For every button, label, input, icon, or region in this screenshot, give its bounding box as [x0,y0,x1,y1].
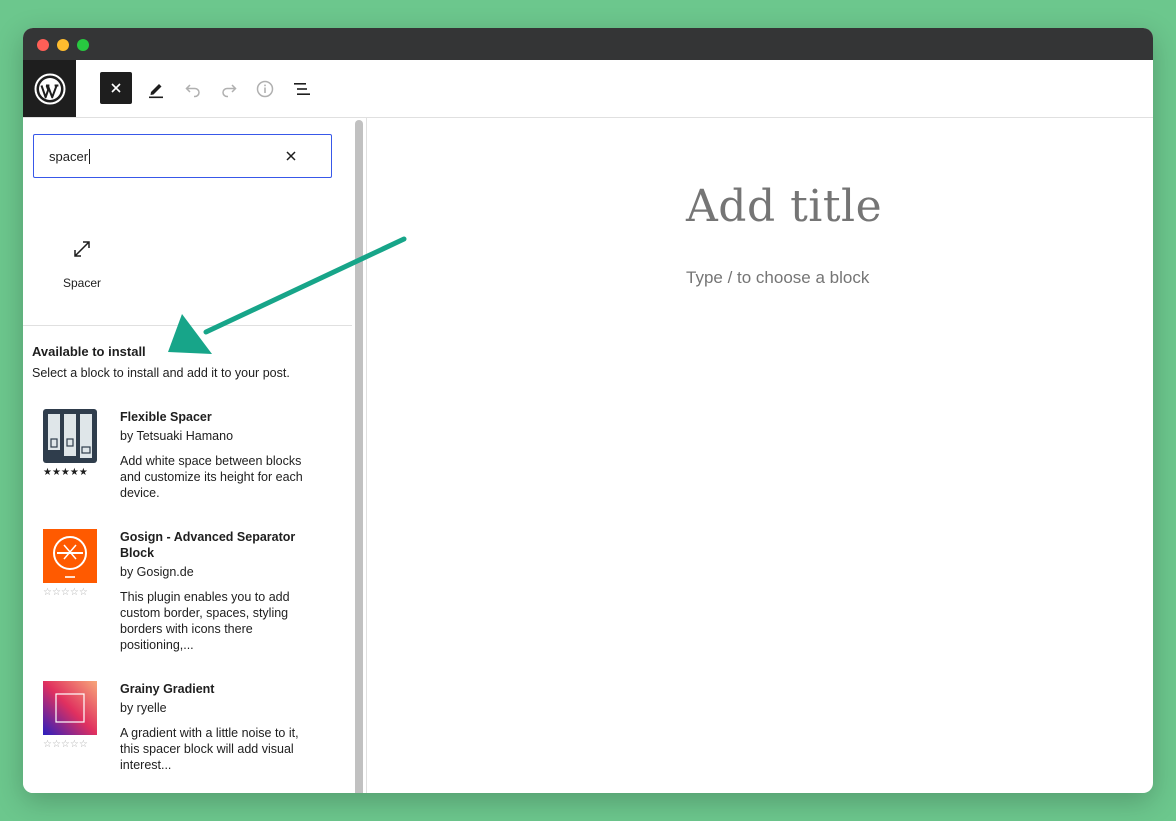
spacer-block-label: Spacer [62,276,102,290]
close-window-button[interactable] [37,39,49,51]
description-line: Add white space between blocks [120,454,302,468]
grainy-gradient-thumbnail [43,681,97,735]
plugin-name-line: Gosign - Advanced Separator [120,530,296,544]
plugin-author: by Tetsuaki Hamano [120,429,234,443]
maximize-window-button[interactable] [77,39,89,51]
close-inserter-button[interactable] [100,72,132,104]
description-line: this spacer block will add visual [120,742,294,756]
plugin-rating: ☆☆☆☆☆ [43,587,88,598]
list-view-button[interactable] [285,72,319,106]
text-caret [89,149,91,164]
wordpress-logo-icon[interactable] [23,60,76,117]
redo-icon [222,84,237,98]
resize-corner-icon [74,241,90,257]
plugin-rating: ★★★★★ [43,467,88,478]
minimize-window-button[interactable] [57,39,69,51]
info-icon [256,80,274,98]
plugin-author: by Gosign.de [120,565,194,579]
post-title-placeholder[interactable]: Add title [686,181,882,232]
list-view-icon [294,83,310,95]
block-inserter-panel: spacer Spacer Available to install Selec… [23,118,352,793]
description-line: interest... [120,758,172,772]
description-line: and customize its height for each [120,470,303,484]
search-input-value: spacer [49,149,89,164]
pen-icon [149,84,163,99]
close-icon [111,83,121,93]
available-to-install-description: Select a block to install and add it to … [32,366,290,380]
plugin-rating: ☆☆☆☆☆ [43,739,88,750]
block-search-input[interactable]: spacer [33,134,332,178]
description-line: device. [120,486,160,500]
plugin-name: Gosign - Advanced Separator Block [120,529,330,561]
plugin-description: Add white space between blocks and custo… [120,453,330,501]
description-line: A gradient with a little noise to it, [120,726,299,740]
plugin-name: Grainy Gradient [120,682,215,696]
plugin-name-line: Block [120,546,155,560]
gosign-thumbnail [43,529,97,583]
browser-window: spacer Spacer Available to install Selec… [23,28,1153,793]
close-icon [286,151,296,161]
clear-search-button[interactable] [281,146,301,166]
editor-toolbar [23,60,1153,118]
undo-button[interactable] [176,72,210,106]
undo-icon [185,84,200,98]
scrollbar-thumb[interactable] [355,120,363,793]
description-line: This plugin enables you to add [120,590,290,604]
redo-button[interactable] [212,72,246,106]
plugin-name: Flexible Spacer [120,410,212,424]
flexible-spacer-thumbnail [43,409,97,463]
inserter-scrollbar[interactable] [352,118,367,793]
description-line: custom border, spaces, styling [120,606,289,620]
description-line: borders with icons there [120,622,253,636]
block-appender-hint[interactable]: Type / to choose a block [686,268,869,288]
title-bar [23,28,1153,60]
plugin-author: by ryelle [120,701,167,715]
plugin-description: This plugin enables you to add custom bo… [120,589,330,653]
plugin-description: A gradient with a little noise to it, th… [120,725,330,773]
divider [23,325,352,326]
tools-button[interactable] [139,72,173,106]
spacer-block-item[interactable]: Spacer [50,228,114,290]
details-button[interactable] [248,72,282,106]
available-to-install-heading: Available to install [32,344,146,359]
description-line: positioning,... [120,638,194,652]
